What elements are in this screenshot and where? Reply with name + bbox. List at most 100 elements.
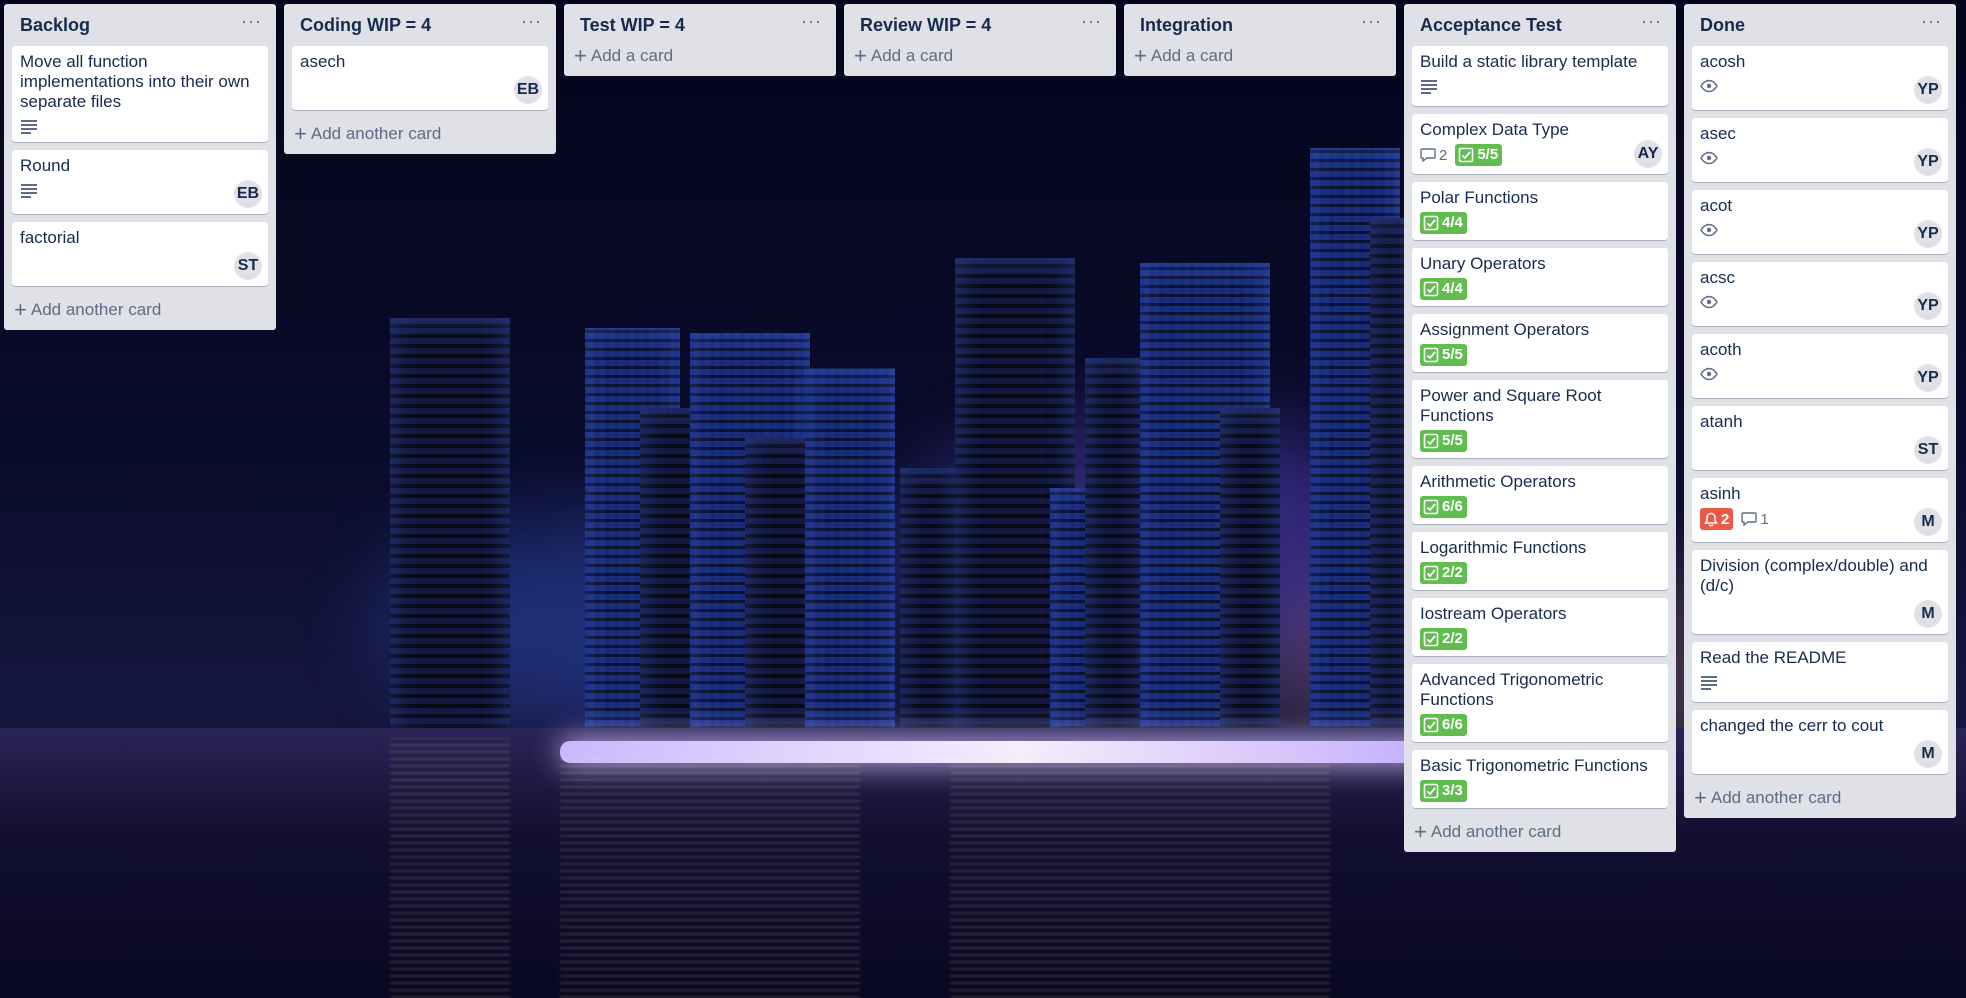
comments-badge: 2: [1420, 147, 1447, 164]
add-card-button[interactable]: + Add another card: [292, 118, 548, 148]
list-menu-icon[interactable]: ···: [1921, 12, 1942, 30]
member-avatar[interactable]: M: [1914, 508, 1942, 536]
card[interactable]: Iostream Operators 2/2: [1412, 598, 1668, 656]
description-icon: [1701, 676, 1717, 690]
description-icon: [1421, 80, 1437, 94]
list-title[interactable]: Review WIP = 4: [860, 15, 991, 36]
list-menu-icon[interactable]: ···: [801, 12, 822, 30]
card-title: asinh: [1700, 484, 1741, 503]
card[interactable]: Build a static library template: [1412, 46, 1668, 106]
card-badges: 5/5: [1420, 344, 1660, 366]
card-title: asec: [1700, 124, 1736, 143]
list-title[interactable]: Integration: [1140, 15, 1233, 36]
checklist-count: 6/6: [1442, 716, 1463, 733]
list-menu-icon[interactable]: ···: [1081, 12, 1102, 30]
list-backlog: Backlog ··· Move all function implementa…: [4, 4, 276, 330]
card-title: acoth: [1700, 340, 1742, 359]
card-badges: 2 1: [1700, 508, 1940, 530]
card[interactable]: Logarithmic Functions 2/2: [1412, 532, 1668, 590]
add-card-button[interactable]: + Add another card: [12, 294, 268, 324]
card[interactable]: acot YP: [1692, 190, 1948, 254]
card[interactable]: Basic Trigonometric Functions 3/3: [1412, 750, 1668, 808]
list-header: Acceptance Test ···: [1412, 4, 1668, 46]
add-card-button[interactable]: + Add another card: [1692, 782, 1948, 812]
card-badges: 4/4: [1420, 212, 1660, 234]
checklist-badge: 5/5: [1420, 344, 1467, 366]
plus-icon: +: [294, 121, 307, 146]
card-badges: [1700, 292, 1940, 312]
member-avatar[interactable]: YP: [1914, 76, 1942, 104]
checklist-icon: [1459, 147, 1474, 163]
list-title[interactable]: Done: [1700, 15, 1745, 36]
card-title: Advanced Trigonometric Functions: [1420, 670, 1604, 709]
member-avatar[interactable]: EB: [514, 76, 542, 104]
card[interactable]: Complex Data Type 2 5/5 AY: [1412, 114, 1668, 174]
card-title: acsc: [1700, 268, 1735, 287]
list-menu-icon[interactable]: ···: [521, 12, 542, 30]
card[interactable]: acosh YP: [1692, 46, 1948, 110]
add-card-button[interactable]: + Add another card: [1412, 816, 1668, 846]
checklist-count: 5/5: [1477, 146, 1499, 163]
list-title[interactable]: Test WIP = 4: [580, 15, 685, 36]
card[interactable]: Read the README: [1692, 642, 1948, 702]
card[interactable]: asinh 2 1 M: [1692, 478, 1948, 542]
card[interactable]: Polar Functions 4/4: [1412, 182, 1668, 240]
card[interactable]: atanh ST: [1692, 406, 1948, 470]
comments-badge: 1: [1741, 511, 1769, 528]
checklist-icon: [1423, 499, 1439, 515]
plus-icon: +: [1414, 819, 1427, 844]
member-avatar[interactable]: YP: [1914, 364, 1942, 392]
list-integration: Integration ··· + Add a card: [1124, 4, 1396, 76]
add-card-button[interactable]: + Add a card: [852, 45, 1108, 70]
card[interactable]: factorial ST: [12, 222, 268, 286]
card[interactable]: Advanced Trigonometric Functions 6/6: [1412, 664, 1668, 742]
card[interactable]: Division (complex/double) and (d/c) M: [1692, 550, 1948, 634]
list-title[interactable]: Backlog: [20, 15, 90, 36]
notification-count: 2: [1721, 510, 1730, 528]
card[interactable]: changed the cerr to cout M: [1692, 710, 1948, 774]
card[interactable]: Round EB: [12, 150, 268, 214]
card[interactable]: acoth YP: [1692, 334, 1948, 398]
checklist-badge: 6/6: [1420, 714, 1467, 736]
list-menu-icon[interactable]: ···: [241, 12, 262, 30]
card-title: Division (complex/double) and (d/c): [1700, 556, 1928, 595]
member-avatar[interactable]: YP: [1914, 220, 1942, 248]
list-menu-icon[interactable]: ···: [1361, 12, 1382, 30]
checklist-count: 3/3: [1442, 782, 1463, 799]
member-avatar[interactable]: AY: [1634, 140, 1662, 168]
member-avatar[interactable]: EB: [234, 180, 262, 208]
watching-eye-icon: [1700, 295, 1718, 309]
card-title: changed the cerr to cout: [1700, 716, 1884, 735]
member-avatar[interactable]: YP: [1914, 148, 1942, 176]
card[interactable]: asech EB: [292, 46, 548, 110]
card[interactable]: Power and Square Root Functions 5/5: [1412, 380, 1668, 458]
member-avatar[interactable]: M: [1914, 740, 1942, 768]
card-title: acot: [1700, 196, 1733, 215]
member-avatar[interactable]: ST: [234, 252, 262, 280]
card-title: Polar Functions: [1420, 188, 1539, 207]
checklist-badge: 6/6: [1420, 496, 1467, 518]
card-badges: [1700, 364, 1940, 384]
add-card-label: Add another card: [1710, 788, 1842, 807]
card[interactable]: asec YP: [1692, 118, 1948, 182]
checklist-count: 5/5: [1442, 346, 1463, 363]
card-badges: [20, 180, 260, 200]
list-menu-icon[interactable]: ···: [1641, 12, 1662, 30]
checklist-count: 5/5: [1442, 432, 1463, 449]
member-avatar[interactable]: ST: [1914, 436, 1942, 464]
card-badges: [1700, 672, 1940, 692]
member-avatar[interactable]: M: [1914, 600, 1942, 628]
card[interactable]: Unary Operators 4/4: [1412, 248, 1668, 306]
checklist-icon: [1423, 717, 1439, 733]
member-avatar[interactable]: YP: [1914, 292, 1942, 320]
card[interactable]: Assignment Operators 5/5: [1412, 314, 1668, 372]
add-card-button[interactable]: + Add a card: [1132, 45, 1388, 70]
card[interactable]: Arithmetic Operators 6/6: [1412, 466, 1668, 524]
list-title[interactable]: Acceptance Test: [1420, 15, 1562, 36]
add-card-button[interactable]: + Add a card: [572, 45, 828, 70]
card[interactable]: Move all function implementations into t…: [12, 46, 268, 142]
list-title[interactable]: Coding WIP = 4: [300, 15, 431, 36]
card[interactable]: acsc YP: [1692, 262, 1948, 326]
card-title: Read the README: [1700, 648, 1847, 667]
checklist-icon: [1423, 565, 1439, 581]
